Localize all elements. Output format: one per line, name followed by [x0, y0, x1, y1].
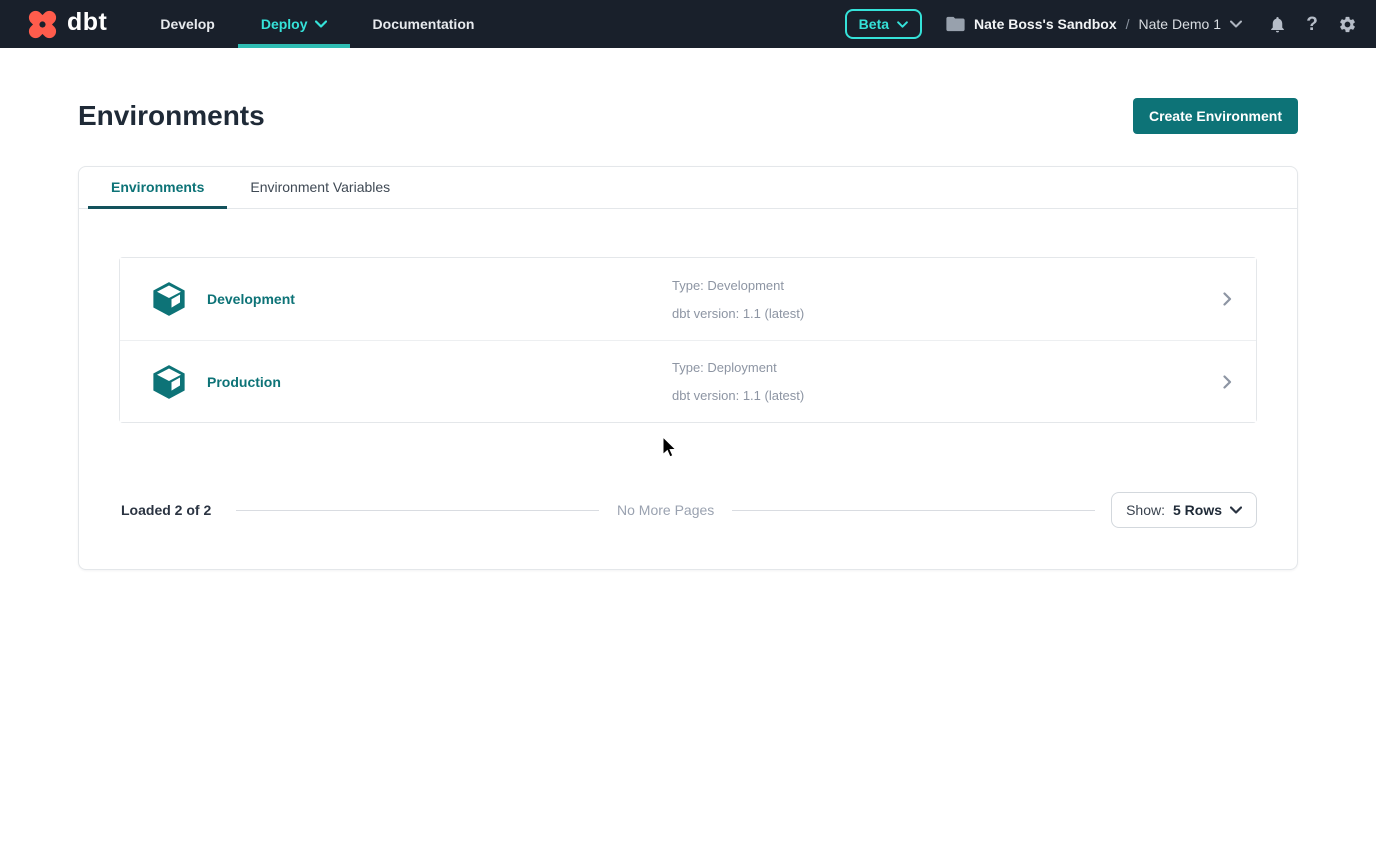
pager-divider — [236, 510, 599, 511]
navbar-left: dbt Develop Deploy Documentation — [24, 0, 497, 48]
breadcrumb-separator: / — [1126, 16, 1130, 32]
chevron-down-icon — [315, 20, 327, 28]
environments-card: Environments Environment Variables Devel… — [78, 166, 1298, 570]
environment-name: Production — [207, 374, 281, 390]
environment-list: Development Type: Development dbt versio… — [119, 257, 1257, 423]
page-header: Environments Create Environment — [78, 98, 1298, 134]
tab-environment-variables[interactable]: Environment Variables — [227, 167, 413, 209]
environment-row-development[interactable]: Development Type: Development dbt versio… — [120, 258, 1256, 340]
settings-button[interactable] — [1336, 13, 1358, 35]
nav-documentation-label: Documentation — [373, 16, 475, 32]
environment-row-production[interactable]: Production Type: Deployment dbt version:… — [120, 340, 1256, 422]
environment-row-left: Production — [149, 361, 672, 403]
bell-icon — [1268, 15, 1287, 34]
chevron-right-icon — [1223, 375, 1232, 389]
loaded-count: Loaded 2 of 2 — [121, 502, 211, 518]
pager-divider — [732, 510, 1095, 511]
project-name: Nate Demo 1 — [1139, 16, 1221, 32]
environment-cube-icon — [149, 361, 189, 403]
main-nav: Develop Deploy Documentation — [137, 0, 497, 48]
folder-icon — [946, 16, 965, 32]
dbt-logo-icon — [24, 6, 61, 43]
nav-develop[interactable]: Develop — [137, 0, 237, 48]
environment-name: Development — [207, 291, 295, 307]
gear-icon — [1338, 15, 1357, 34]
environment-type: Type: Development — [672, 278, 1223, 293]
environment-cube-icon — [149, 278, 189, 320]
top-navbar: dbt Develop Deploy Documentation Beta Na… — [0, 0, 1376, 48]
nav-develop-label: Develop — [160, 16, 214, 32]
nav-deploy[interactable]: Deploy — [238, 0, 350, 48]
beta-dropdown[interactable]: Beta — [845, 9, 922, 39]
account-name: Nate Boss's Sandbox — [974, 16, 1117, 32]
dbt-logo-text: dbt — [67, 10, 107, 39]
no-more-pages-label: No More Pages — [617, 502, 714, 518]
question-mark-icon: ? — [1306, 15, 1318, 34]
tab-bar: Environments Environment Variables — [79, 167, 1297, 209]
dbt-logo[interactable]: dbt — [24, 6, 107, 43]
environment-version: dbt version: 1.1 (latest) — [672, 388, 1223, 403]
account-project-switcher[interactable]: Nate Boss's Sandbox / Nate Demo 1 — [946, 16, 1242, 32]
nav-documentation[interactable]: Documentation — [350, 0, 498, 48]
environment-meta: Type: Development dbt version: 1.1 (late… — [672, 278, 1223, 321]
beta-label: Beta — [859, 16, 889, 32]
show-label: Show: — [1126, 502, 1165, 518]
create-environment-button[interactable]: Create Environment — [1133, 98, 1298, 134]
environment-type: Type: Deployment — [672, 360, 1223, 375]
rows-value: 5 Rows — [1173, 502, 1222, 518]
help-button[interactable]: ? — [1301, 13, 1323, 35]
environment-row-left: Development — [149, 278, 672, 320]
navbar-icons: ? — [1266, 13, 1358, 35]
notifications-button[interactable] — [1266, 13, 1288, 35]
pagination-bar: Loaded 2 of 2 No More Pages Show: 5 Rows — [121, 492, 1257, 528]
navbar-right: Beta Nate Boss's Sandbox / Nate Demo 1 ? — [845, 9, 1358, 39]
chevron-down-icon — [1230, 506, 1242, 514]
environment-meta: Type: Deployment dbt version: 1.1 (lates… — [672, 360, 1223, 403]
tab-environments[interactable]: Environments — [88, 167, 227, 209]
main-content: Environments Create Environment Environm… — [0, 98, 1376, 570]
rows-per-page-dropdown[interactable]: Show: 5 Rows — [1111, 492, 1257, 528]
page-title: Environments — [78, 100, 265, 132]
chevron-down-icon — [1230, 20, 1242, 28]
nav-deploy-label: Deploy — [261, 16, 308, 32]
chevron-right-icon — [1223, 292, 1232, 306]
environment-version: dbt version: 1.1 (latest) — [672, 306, 1223, 321]
chevron-down-icon — [897, 21, 908, 28]
